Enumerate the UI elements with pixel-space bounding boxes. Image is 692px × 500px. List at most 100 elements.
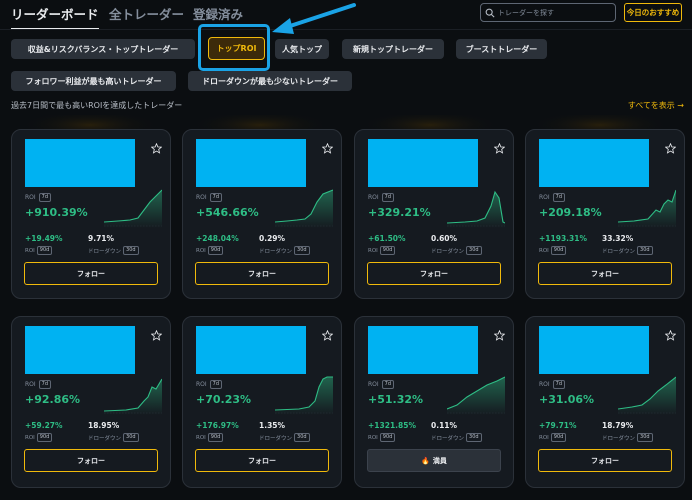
roi-sparkline xyxy=(447,190,505,228)
trader-banner xyxy=(196,139,306,187)
roi-sparkline xyxy=(618,189,676,228)
star-icon[interactable] xyxy=(494,330,505,341)
follow-button[interactable]: フォロー xyxy=(538,449,672,472)
roi-label: ROI xyxy=(539,381,550,388)
fire-icon: 🔥 xyxy=(421,456,430,465)
section-subtitle: 過去7日間で最も高いROIを達成したトレーダー xyxy=(11,101,183,110)
trader-card[interactable]: ROI 7d +910.39% +19.49% ROI 90d 9.71% ドロ… xyxy=(11,129,171,299)
stat-label: ドローダウン xyxy=(602,435,636,442)
period-badge: 7d xyxy=(381,380,395,389)
stat-label: ドローダウン xyxy=(88,435,122,442)
filter-balanced-top[interactable]: 収益&リスクバランス・トップトレーダー xyxy=(11,39,195,59)
roi-90d-label: ROI 90d xyxy=(25,246,63,255)
star-icon[interactable] xyxy=(665,330,676,341)
stat-label: ドローダウン xyxy=(88,248,122,255)
roi-90d-label: ROI 90d xyxy=(368,246,406,255)
stat-label: ROI xyxy=(368,247,378,254)
search-input[interactable] xyxy=(498,8,608,17)
button-label: フォロー xyxy=(248,269,276,278)
trader-card[interactable]: ROI 7d +546.66% +248.04% ROI 90d 0.29% ド… xyxy=(182,129,342,299)
roi-sparkline xyxy=(104,378,162,415)
tab-subscribed[interactable]: 登録済み xyxy=(193,4,243,23)
roi-90d-value: +1321.85% xyxy=(368,421,416,430)
star-icon[interactable] xyxy=(322,143,333,154)
trader-card[interactable]: ROI 7d +51.32% +1321.85% ROI 90d 0.11% ド… xyxy=(354,316,514,488)
trader-card[interactable]: ROI 7d +92.86% +59.27% ROI 90d 18.95% ドロ… xyxy=(11,316,171,488)
roi-value: +329.21% xyxy=(368,206,431,219)
star-icon[interactable] xyxy=(322,330,333,341)
trader-banner xyxy=(25,326,135,374)
trader-banner xyxy=(368,326,478,374)
star-icon[interactable] xyxy=(151,330,162,341)
search-box[interactable] xyxy=(480,3,616,22)
follow-button[interactable]: フォロー xyxy=(195,449,329,472)
drawdown-value: 0.60% xyxy=(431,234,458,243)
tab-leaderboard[interactable]: リーダーボード xyxy=(11,4,99,30)
roi-label-row: ROI 7d xyxy=(196,380,223,389)
search-icon xyxy=(485,8,495,18)
follow-button[interactable]: フォロー xyxy=(195,262,329,285)
filter-new-top[interactable]: 新規トップトレーダー xyxy=(342,39,444,59)
drawdown-label: ドローダウン 30d xyxy=(602,433,653,442)
drawdown-label: ドローダウン 30d xyxy=(431,433,482,442)
star-icon[interactable] xyxy=(665,143,676,154)
view-all-link[interactable]: すべてを表示 → xyxy=(628,100,684,111)
follow-button[interactable]: フォロー xyxy=(367,262,501,285)
filter-popular[interactable]: 人気トップ xyxy=(275,39,329,59)
drawdown-stat: 0.29% ドローダウン 30d xyxy=(259,234,310,255)
roi-label-row: ROI 7d xyxy=(368,193,395,202)
stat-label: ROI xyxy=(368,434,378,441)
button-label: フォロー xyxy=(591,269,619,278)
roi-90d-label: ROI 90d xyxy=(368,433,416,442)
roi-value: +31.06% xyxy=(539,393,595,406)
button-label: フォロー xyxy=(420,269,448,278)
drawdown-label: ドローダウン 30d xyxy=(88,246,139,255)
roi-value: +92.86% xyxy=(25,393,81,406)
stat-label: ROI xyxy=(539,434,549,441)
roi-label: ROI xyxy=(196,194,207,201)
follow-button[interactable]: フォロー xyxy=(24,262,158,285)
trader-card[interactable]: ROI 7d +31.06% +79.71% ROI 90d 18.79% ドロ… xyxy=(525,316,685,488)
roi-value: +70.23% xyxy=(196,393,252,406)
period-badge: 90d xyxy=(379,433,396,442)
stat-label: ROI xyxy=(539,247,549,254)
filter-min-drawdown[interactable]: ドローダウンが最も少ないトレーダー xyxy=(188,71,352,91)
tab-all-traders[interactable]: 全トレーダー xyxy=(109,4,184,23)
drawdown-label: ドローダウン 30d xyxy=(431,246,482,255)
stat-label: ROI xyxy=(196,247,206,254)
filter-boost[interactable]: ブーストトレーダー xyxy=(456,39,547,59)
roi-90d-value: +61.50% xyxy=(368,234,406,243)
period-badge: 90d xyxy=(207,246,224,255)
roi-90d-label: ROI 90d xyxy=(25,433,63,442)
drawdown-label: ドローダウン 30d xyxy=(259,246,310,255)
filter-follower-profit[interactable]: フォロワー利益が最も高いトレーダー xyxy=(11,71,176,91)
stat-label: ROI xyxy=(25,247,35,254)
roi-label: ROI xyxy=(368,194,379,201)
trader-card[interactable]: ROI 7d +209.18% +1193.31% ROI 90d 33.32% xyxy=(525,129,685,299)
todays-pick-button[interactable]: 今日のおすすめ xyxy=(624,3,682,22)
period-badge: 90d xyxy=(550,246,567,255)
drawdown-stat: 18.79% ドローダウン 30d xyxy=(602,421,653,442)
drawdown-value: 9.71% xyxy=(88,234,115,243)
period-badge: 7d xyxy=(38,193,52,202)
trader-card[interactable]: ROI 7d +70.23% +176.97% ROI 90d 1.35% ドロ… xyxy=(182,316,342,488)
star-icon[interactable] xyxy=(151,143,162,154)
period-badge: 90d xyxy=(36,433,53,442)
star-icon[interactable] xyxy=(494,143,505,154)
drawdown-stat: 0.60% ドローダウン 30d xyxy=(431,234,482,255)
period-badge: 7d xyxy=(381,193,395,202)
roi-label-row: ROI 7d xyxy=(196,193,223,202)
period-badge: 7d xyxy=(38,380,52,389)
roi-label-row: ROI 7d xyxy=(368,380,395,389)
roi-90d-label: ROI 90d xyxy=(196,433,239,442)
period-badge: 30d xyxy=(637,433,653,442)
stat-label: ドローダウン xyxy=(259,435,293,442)
full-button[interactable]: 🔥 満員 xyxy=(367,449,501,472)
follow-button[interactable]: フォロー xyxy=(538,262,672,285)
trader-card[interactable]: ROI 7d +329.21% +61.50% ROI 90d 0.60% ドロ… xyxy=(354,129,514,299)
period-badge: 30d xyxy=(294,246,310,255)
follow-button[interactable]: フォロー xyxy=(24,449,158,472)
period-badge: 30d xyxy=(466,246,482,255)
roi-90d-value: +79.71% xyxy=(539,421,577,430)
roi-label: ROI xyxy=(196,381,207,388)
